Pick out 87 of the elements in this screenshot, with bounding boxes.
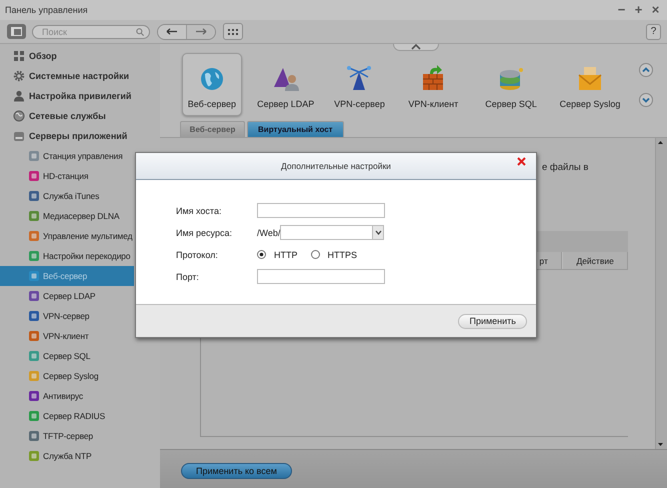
- app-tile[interactable]: VPN-сервер: [330, 53, 390, 116]
- sidebar-item[interactable]: Обзор: [0, 46, 134, 66]
- close-button[interactable]: ×: [650, 3, 661, 17]
- sidebar-item[interactable]: Серверы приложений: [0, 126, 134, 146]
- collapse-handle[interactable]: [393, 44, 439, 51]
- app-icon: [28, 170, 40, 182]
- app-icon: [28, 190, 40, 202]
- grid-icon: [13, 50, 25, 62]
- app-icon: [28, 350, 40, 362]
- close-icon[interactable]: [517, 157, 526, 166]
- app-icon: [28, 310, 40, 322]
- apply-button[interactable]: Применить: [458, 314, 527, 328]
- field-label: Имя хоста:: [176, 206, 222, 216]
- drive-icon: [13, 130, 25, 142]
- path-prefix: /Web/: [257, 228, 280, 238]
- search-icon: [136, 28, 144, 36]
- input-field[interactable]: [257, 269, 385, 284]
- chevron-up-icon: [411, 44, 421, 50]
- sidebar-item[interactable]: Станция управления: [0, 146, 134, 166]
- field-label: Имя ресурса:: [176, 228, 233, 238]
- app-icon: [28, 450, 40, 462]
- app-tile[interactable]: Веб-сервер: [182, 53, 242, 116]
- sidebar-toggle-button[interactable]: [7, 24, 26, 39]
- scrollbar[interactable]: [655, 138, 667, 449]
- field-label: Протокол:: [176, 250, 219, 260]
- radio-label: HTTPS: [328, 250, 358, 260]
- sidebar-item[interactable]: VPN-клиент: [0, 326, 134, 346]
- app-icon: [28, 270, 40, 282]
- window-title: Панель управления: [5, 5, 89, 15]
- sidebar-item[interactable]: Служба iTunes: [0, 186, 134, 206]
- sidebar-item[interactable]: Сервер RADIUS: [0, 406, 134, 426]
- gear-icon: [13, 70, 25, 82]
- app-icon: [28, 210, 40, 222]
- app-tile[interactable]: Сервер SQL: [481, 53, 541, 116]
- description-text: е файлы в: [542, 162, 590, 173]
- left-arrow-icon: [166, 28, 178, 35]
- sidebar-item[interactable]: HD-станция: [0, 166, 134, 186]
- tab[interactable]: Виртуальный хост: [247, 121, 344, 137]
- sidebar-item[interactable]: VPN-сервер: [0, 306, 134, 326]
- input-field[interactable]: [257, 203, 385, 218]
- sidebar-item[interactable]: Сервер LDAP: [0, 286, 134, 306]
- radio-button[interactable]: [310, 250, 320, 259]
- caret-icon: [374, 230, 382, 235]
- maximize-button[interactable]: +: [633, 3, 644, 17]
- radio-label: HTTP: [274, 250, 298, 260]
- app-icon: [28, 330, 40, 342]
- panel-icon: [11, 27, 22, 36]
- app-icon: [28, 370, 40, 382]
- sidebar-item[interactable]: Медиасервер DLNA: [0, 206, 134, 226]
- radio-button[interactable]: [257, 250, 266, 259]
- column-header: Действие: [562, 252, 628, 269]
- scroll-up-button[interactable]: [639, 63, 653, 77]
- select-field[interactable]: [280, 225, 372, 240]
- sidebar-item[interactable]: Служба NTP: [0, 446, 134, 466]
- app-icon: [28, 150, 40, 162]
- sidebar-item[interactable]: Системные настройки: [0, 66, 134, 86]
- globe-icon: [13, 110, 25, 122]
- app-icon: [28, 290, 40, 302]
- minimize-button[interactable]: −: [616, 3, 627, 17]
- sidebar-item[interactable]: Управление мультимед: [0, 226, 134, 246]
- app-icon: [28, 230, 40, 242]
- sidebar-item[interactable]: Настройки перекодиро: [0, 246, 134, 266]
- app-icon: [28, 390, 40, 402]
- dropdown-button[interactable]: [372, 225, 384, 240]
- apps-button[interactable]: [223, 23, 243, 40]
- sidebar-item[interactable]: Антивирус: [0, 386, 134, 406]
- app-tile[interactable]: Сервер Syslog: [558, 53, 621, 116]
- app-tile[interactable]: VPN-клиент: [403, 53, 464, 116]
- sidebar-item[interactable]: Настройка привилегий: [0, 86, 134, 106]
- dialog-title: Дополнительные настройки: [281, 161, 391, 171]
- grid-icon: [228, 28, 238, 34]
- field-label: Порт:: [176, 272, 200, 282]
- sidebar-item[interactable]: TFTP-сервер: [0, 426, 134, 446]
- search-field[interactable]: Поиск: [32, 24, 150, 38]
- help-button[interactable]: ?: [646, 24, 661, 40]
- sidebar-item[interactable]: Сервер SQL: [0, 346, 134, 366]
- app-icon: [28, 250, 40, 262]
- back-button[interactable]: [158, 24, 186, 38]
- app-tile[interactable]: Сервер LDAP: [256, 53, 316, 116]
- sidebar-item[interactable]: Сетевые службы: [0, 106, 134, 126]
- app-icon: [28, 430, 40, 442]
- right-arrow-icon: [195, 28, 207, 35]
- apply-all-button[interactable]: Применить ко всем: [181, 463, 292, 479]
- app-icon: [28, 410, 40, 422]
- scroll-down-button[interactable]: [639, 93, 653, 107]
- person-icon: [13, 90, 25, 102]
- sidebar-item[interactable]: Сервер Syslog: [0, 366, 134, 386]
